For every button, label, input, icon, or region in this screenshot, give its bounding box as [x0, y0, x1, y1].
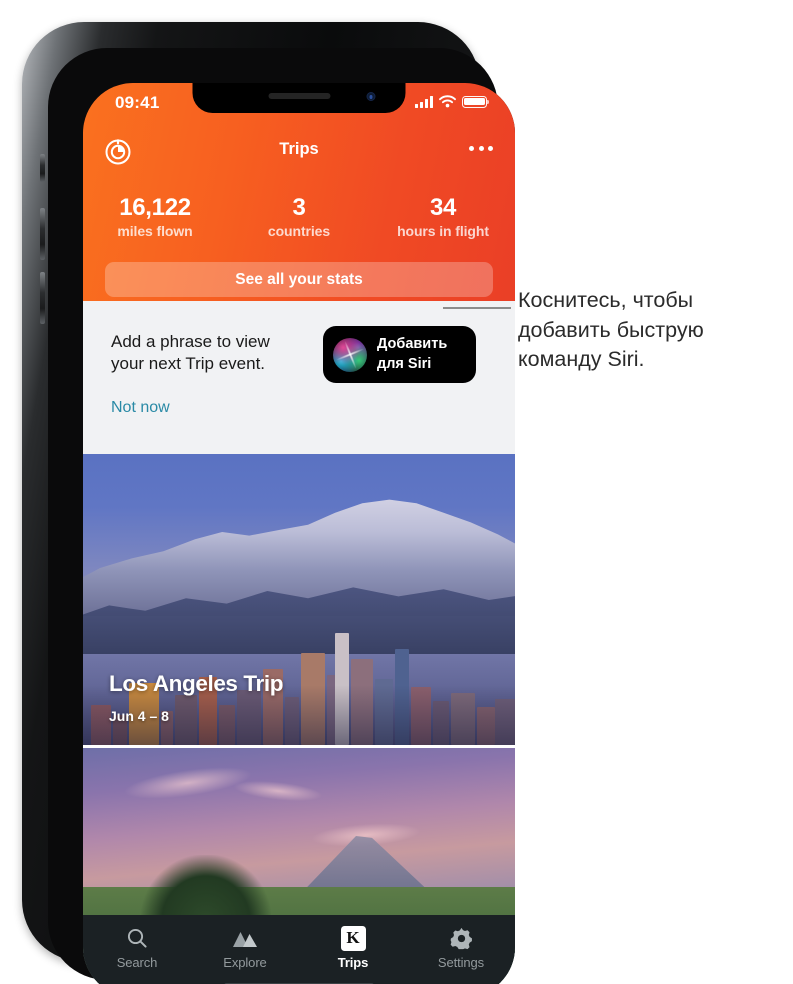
trip-card-divider [83, 745, 515, 748]
add-to-siri-line1: Добавить [377, 336, 448, 353]
mountains-icon [232, 924, 258, 952]
k-badge-letter: K [340, 925, 366, 951]
tab-settings[interactable]: Settings [407, 915, 515, 977]
k-badge-icon: K [340, 924, 366, 952]
tab-explore[interactable]: Explore [191, 915, 299, 977]
tab-label: Explore [223, 955, 267, 970]
tab-label: Search [116, 955, 158, 970]
add-to-siri-label: Добавить для Siri [377, 335, 447, 374]
stat-label: hours in flight [397, 223, 489, 240]
status-time: 09:41 [115, 93, 160, 112]
notch [192, 83, 406, 113]
gear-icon [449, 924, 474, 952]
earpiece-speaker [268, 93, 330, 99]
stat-item: 34 hours in flight [372, 195, 515, 239]
phone-bezel: Trips 16,122 miles flown 3 countries 34 … [48, 48, 515, 984]
not-now-link[interactable]: Not now [111, 399, 170, 417]
trip-date-los-angeles: Jun 4 – 8 [109, 708, 169, 724]
stat-item: 16,122 miles flown [84, 195, 227, 239]
tab-trips[interactable]: K Trips [299, 915, 407, 977]
tab-label: Trips [337, 955, 369, 970]
tab-label: Settings [437, 955, 485, 970]
phone-frame: Trips 16,122 miles flown 3 countries 34 … [22, 22, 515, 984]
page-title: Trips [279, 140, 319, 158]
stat-value: 34 [429, 194, 457, 221]
status-indicators [415, 95, 490, 108]
screenshot-root: Trips 16,122 miles flown 3 countries 34 … [0, 0, 793, 984]
search-icon [125, 924, 149, 952]
trip-title-los-angeles: Los Angeles Trip [109, 671, 284, 696]
stats-row: 16,122 miles flown 3 countries 34 hours … [83, 195, 515, 239]
callout-leader-line [443, 307, 511, 309]
siri-card-message: Add a phrase to view your next Trip even… [111, 332, 270, 374]
stat-label: miles flown [117, 223, 193, 240]
see-all-stats-button[interactable]: See all your stats [105, 262, 493, 297]
stat-item: 3 countries [228, 195, 371, 239]
siri-suggestion-card: Add a phrase to view your next Trip even… [83, 301, 515, 454]
volume-down-button[interactable] [40, 272, 45, 324]
stat-value: 3 [292, 194, 306, 221]
tab-search[interactable]: Search [83, 915, 191, 977]
navigation-bar: Trips [83, 135, 515, 169]
siri-orb-icon [333, 337, 367, 372]
tab-bar: Search Explore K Trips Settings [83, 915, 515, 984]
stat-label: countries [267, 223, 331, 240]
callout-text: Коснитесь, чтобы добавить быструю команд… [518, 288, 704, 372]
wifi-icon [439, 95, 456, 108]
add-to-siri-line2: для Siri [377, 355, 432, 372]
more-options-icon[interactable] [469, 146, 493, 151]
cellular-signal-icon [415, 95, 433, 108]
trip-card-los-angeles[interactable] [83, 454, 515, 745]
stat-value: 16,122 [119, 194, 191, 221]
add-to-siri-button[interactable]: Добавить для Siri [323, 326, 476, 383]
volume-up-button[interactable] [40, 208, 45, 260]
phone-screen: Trips 16,122 miles flown 3 countries 34 … [83, 83, 515, 984]
mute-switch[interactable] [40, 154, 45, 182]
front-camera [366, 92, 376, 101]
battery-icon [462, 95, 490, 108]
